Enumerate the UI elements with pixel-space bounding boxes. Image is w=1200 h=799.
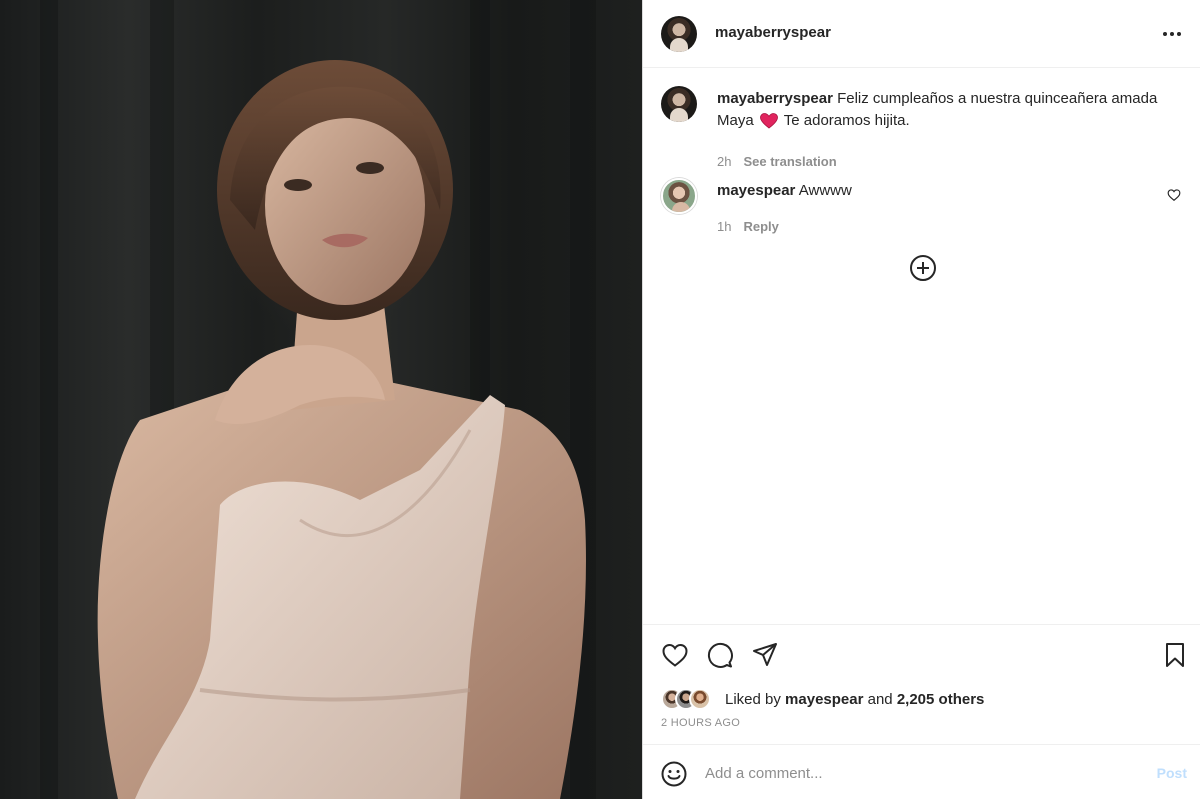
post-side-panel: mayaberryspear mayaberryspear Feliz cump… — [642, 0, 1200, 799]
liker-avatars — [661, 688, 719, 710]
comment-item: mayespear Awwww 1h Reply — [661, 178, 1181, 234]
load-more-comments-icon[interactable] — [909, 254, 937, 282]
caption-username[interactable]: mayaberryspear — [717, 90, 833, 107]
comment-input[interactable] — [705, 759, 1125, 787]
bookmark-icon[interactable] — [1161, 641, 1189, 669]
likes-others[interactable]: 2,205 others — [897, 691, 985, 708]
reply-button[interactable]: Reply — [743, 219, 778, 234]
comment-text: mayespear Awwww — [717, 180, 1177, 202]
comment-icon[interactable] — [706, 641, 734, 669]
caption-body-end: Te adoramos hijita. — [779, 112, 910, 129]
see-translation-link[interactable]: See translation — [743, 154, 836, 169]
comment-meta: 1h Reply — [717, 219, 779, 234]
share-icon[interactable] — [751, 641, 779, 669]
post-header: mayaberryspear — [643, 0, 1200, 68]
caption-author-avatar[interactable] — [661, 86, 697, 122]
author-avatar[interactable] — [661, 16, 697, 52]
emoji-icon[interactable] — [661, 761, 687, 787]
liker-username[interactable]: mayespear — [785, 691, 863, 708]
caption-meta: 2h See translation — [717, 154, 837, 169]
caption-time: 2h — [717, 154, 732, 169]
likes-prefix: Liked by — [725, 690, 786, 708]
like-icon[interactable] — [661, 641, 689, 669]
caption-text: mayaberryspear Feliz cumpleaños a nuestr… — [717, 88, 1177, 132]
instagram-post: mayaberryspear mayaberryspear Feliz cump… — [0, 0, 1200, 799]
post-actions: Liked by mayespear and 2,205 others 2 HO… — [643, 624, 1200, 744]
caption: mayaberryspear Feliz cumpleaños a nuestr… — [661, 86, 1181, 169]
post-comment-button[interactable]: Post — [1157, 765, 1187, 781]
more-options-icon[interactable] — [1161, 24, 1183, 44]
likes-joiner: and — [863, 690, 897, 708]
commenter-username[interactable]: mayespear — [717, 182, 795, 199]
comment-time: 1h — [717, 219, 732, 234]
portrait-photo — [40, 0, 596, 799]
add-comment-bar: Post — [643, 744, 1200, 799]
author-username[interactable]: mayaberryspear — [715, 24, 831, 41]
post-photo[interactable] — [0, 0, 642, 799]
likes-text: Liked by mayespear and 2,205 others — [725, 691, 984, 708]
comments-section: mayaberryspear Feliz cumpleaños a nuestr… — [643, 68, 1200, 624]
post-timestamp[interactable]: 2 HOURS AGO — [661, 717, 740, 729]
comment-like-icon[interactable] — [1167, 188, 1181, 202]
commenter-avatar[interactable] — [661, 178, 697, 214]
heart-emoji-icon — [759, 113, 778, 129]
likes-summary[interactable]: Liked by mayespear and 2,205 others — [661, 687, 984, 711]
liker-avatar — [689, 688, 711, 710]
comment-body: Awwww — [795, 182, 852, 199]
